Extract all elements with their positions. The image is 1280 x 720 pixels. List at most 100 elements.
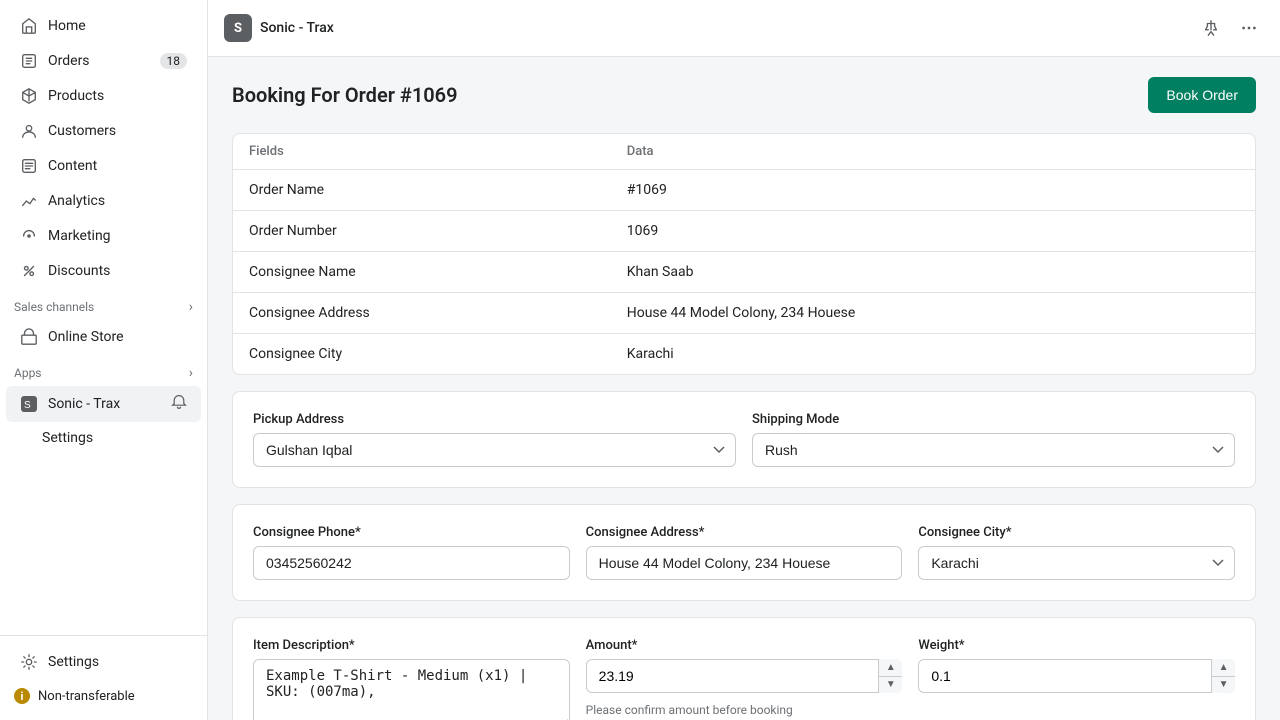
table-cell-value: #1069 bbox=[611, 170, 1255, 211]
table-cell-field: Order Number bbox=[233, 211, 611, 252]
order-table-body: Order Name#1069Order Number1069Consignee… bbox=[233, 170, 1255, 375]
table-cell-value: House 44 Model Colony, 234 Houese bbox=[611, 293, 1255, 334]
pickup-address-label: Pickup Address bbox=[253, 412, 736, 427]
discounts-icon bbox=[20, 262, 38, 280]
sonic-trax-icon: S bbox=[20, 395, 38, 413]
table-col-data: Data bbox=[611, 134, 1255, 170]
item-desc-label: Item Description* bbox=[253, 638, 570, 653]
pickup-address-group: Pickup Address Gulshan Iqbal bbox=[253, 412, 736, 467]
table-row: Order Name#1069 bbox=[233, 170, 1255, 211]
sidebar-item-online-store[interactable]: Online Store bbox=[6, 320, 201, 354]
non-transferable: i Non-transferable bbox=[0, 680, 207, 712]
sidebar-item-sonic-trax-label: Sonic - Trax bbox=[48, 396, 120, 412]
amount-hint: Please confirm amount before booking bbox=[586, 703, 903, 717]
book-order-button[interactable]: Book Order bbox=[1148, 77, 1256, 113]
weight-down-button[interactable]: ▼ bbox=[1212, 677, 1235, 694]
amount-down-button[interactable]: ▼ bbox=[879, 677, 902, 694]
sidebar: Home Orders 18 Products Customers bbox=[0, 0, 208, 720]
table-row: Consignee NameKhan Saab bbox=[233, 252, 1255, 293]
table-cell-value: 1069 bbox=[611, 211, 1255, 252]
sidebar-item-products-label: Products bbox=[48, 88, 104, 104]
weight-spinner-btns: ▲ ▼ bbox=[1211, 659, 1235, 693]
sales-channels-chevron[interactable]: › bbox=[189, 299, 193, 315]
table-cell-field: Consignee Name bbox=[233, 252, 611, 293]
amount-up-button[interactable]: ▲ bbox=[879, 659, 902, 677]
item-desc-group: Item Description* bbox=[253, 638, 570, 720]
orders-badge: 18 bbox=[160, 53, 188, 69]
table-row: Order Number1069 bbox=[233, 211, 1255, 252]
consignee-address-group: Consignee Address* bbox=[586, 525, 903, 580]
svg-text:S: S bbox=[24, 400, 31, 411]
orders-icon bbox=[20, 52, 38, 70]
sidebar-item-analytics-label: Analytics bbox=[48, 193, 105, 209]
sidebar-item-discounts-label: Discounts bbox=[48, 263, 110, 279]
pickup-shipping-card: Pickup Address Gulshan Iqbal Shipping Mo… bbox=[232, 391, 1256, 488]
pickup-address-select[interactable]: Gulshan Iqbal bbox=[253, 433, 736, 467]
sidebar-item-analytics[interactable]: Analytics bbox=[6, 184, 201, 218]
non-transferable-label: Non-transferable bbox=[38, 689, 135, 704]
more-button[interactable] bbox=[1234, 13, 1264, 43]
table-cell-value: Karachi bbox=[611, 334, 1255, 375]
products-icon bbox=[20, 87, 38, 105]
main-content-area: S Sonic - Trax Booking For Order #1069 B… bbox=[208, 0, 1280, 720]
weight-up-button[interactable]: ▲ bbox=[1212, 659, 1235, 677]
weight-input[interactable] bbox=[918, 659, 1235, 693]
sidebar-item-settings-bottom[interactable]: Settings bbox=[6, 645, 201, 679]
order-details-card: Fields Data Order Name#1069Order Number1… bbox=[232, 133, 1256, 375]
table-col-fields: Fields bbox=[233, 134, 611, 170]
marketing-icon bbox=[20, 227, 38, 245]
sidebar-item-products[interactable]: Products bbox=[6, 79, 201, 113]
order-table: Fields Data Order Name#1069Order Number1… bbox=[233, 134, 1255, 374]
item-row: Item Description* Amount* ▲ ▼ Please con… bbox=[233, 618, 1255, 720]
apps-section: Apps › bbox=[0, 355, 207, 385]
weight-group: Weight* ▲ ▼ bbox=[918, 638, 1235, 720]
table-row: Consignee CityKarachi bbox=[233, 334, 1255, 375]
home-icon bbox=[20, 17, 38, 35]
amount-group: Amount* ▲ ▼ Please confirm amount before… bbox=[586, 638, 903, 720]
topbar-logo: S bbox=[224, 14, 252, 42]
pickup-shipping-row: Pickup Address Gulshan Iqbal Shipping Mo… bbox=[233, 392, 1255, 487]
shipping-mode-select[interactable]: RushStandardEconomy bbox=[752, 433, 1235, 467]
sidebar-item-orders[interactable]: Orders 18 bbox=[6, 44, 201, 78]
apps-chevron[interactable]: › bbox=[189, 365, 193, 381]
sidebar-item-customers[interactable]: Customers bbox=[6, 114, 201, 148]
consignee-row: Consignee Phone* Consignee Address* Cons… bbox=[233, 505, 1255, 600]
sidebar-item-marketing-label: Marketing bbox=[48, 228, 111, 244]
apps-label: Apps bbox=[14, 366, 42, 380]
consignee-city-group: Consignee City* Karachi bbox=[918, 525, 1235, 580]
weight-spinner: ▲ ▼ bbox=[918, 659, 1235, 693]
page-title: Booking For Order #1069 bbox=[232, 83, 458, 107]
sonic-trax-bell-icon bbox=[171, 394, 187, 414]
consignee-card: Consignee Phone* Consignee Address* Cons… bbox=[232, 504, 1256, 601]
info-icon: i bbox=[14, 688, 30, 704]
item-desc-input[interactable] bbox=[253, 659, 570, 720]
sidebar-bottom: Settings i Non-transferable bbox=[0, 635, 207, 720]
sidebar-item-online-store-label: Online Store bbox=[48, 329, 124, 345]
sidebar-item-orders-label: Orders bbox=[48, 53, 90, 69]
sidebar-item-content[interactable]: Content bbox=[6, 149, 201, 183]
sidebar-sub-settings[interactable]: Settings bbox=[6, 423, 201, 453]
sales-channels-label: Sales channels bbox=[14, 300, 94, 314]
table-row: Consignee AddressHouse 44 Model Colony, … bbox=[233, 293, 1255, 334]
amount-spinner: ▲ ▼ bbox=[586, 659, 903, 693]
sidebar-sub-settings-label: Settings bbox=[42, 430, 93, 446]
sidebar-item-home[interactable]: Home bbox=[6, 9, 201, 43]
sidebar-item-marketing[interactable]: Marketing bbox=[6, 219, 201, 253]
table-cell-value: Khan Saab bbox=[611, 252, 1255, 293]
settings-bottom-label: Settings bbox=[48, 654, 99, 670]
page-content: Booking For Order #1069 Book Order Field… bbox=[208, 57, 1280, 720]
customers-icon bbox=[20, 122, 38, 140]
sidebar-item-customers-label: Customers bbox=[48, 123, 116, 139]
consignee-phone-input[interactable] bbox=[253, 546, 570, 580]
consignee-city-label: Consignee City* bbox=[918, 525, 1235, 540]
consignee-address-input[interactable] bbox=[586, 546, 903, 580]
pin-button[interactable] bbox=[1196, 13, 1226, 43]
consignee-city-select[interactable]: Karachi bbox=[918, 546, 1235, 580]
sales-channels-section: Sales channels › bbox=[0, 289, 207, 319]
sidebar-item-discounts[interactable]: Discounts bbox=[6, 254, 201, 288]
amount-input[interactable] bbox=[586, 659, 903, 693]
consignee-phone-group: Consignee Phone* bbox=[253, 525, 570, 580]
topbar-title: Sonic - Trax bbox=[260, 20, 334, 36]
sidebar-item-sonic-trax[interactable]: S Sonic - Trax bbox=[6, 386, 201, 422]
table-cell-field: Consignee City bbox=[233, 334, 611, 375]
